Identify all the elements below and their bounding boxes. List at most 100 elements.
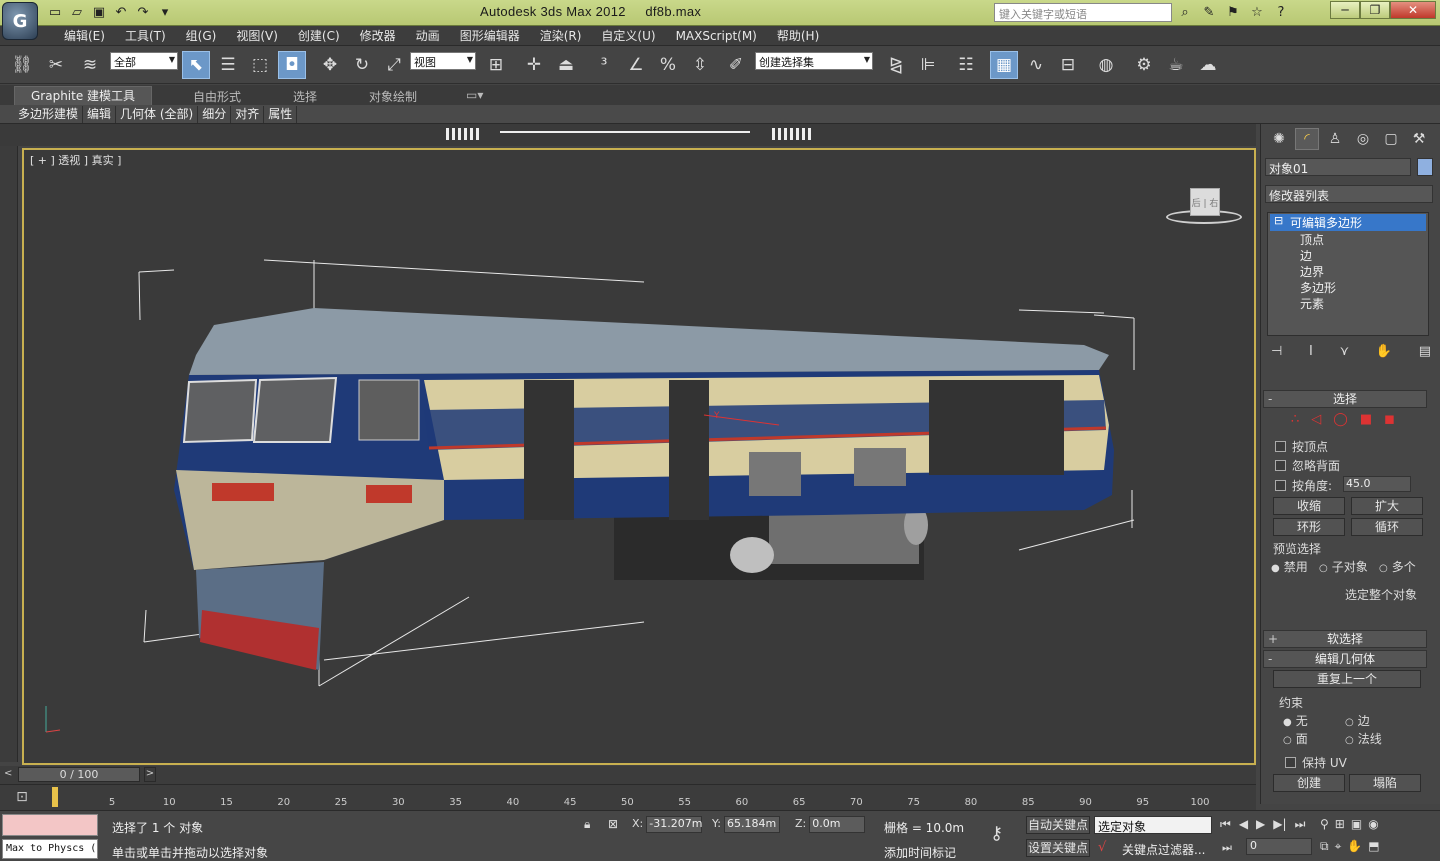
constraint-normal-radio[interactable]: 法线 xyxy=(1345,730,1382,747)
object-name-field[interactable]: 对象01 xyxy=(1265,158,1411,176)
zoom-extents-icon[interactable]: ▣ xyxy=(1351,817,1362,831)
absolute-mode-icon[interactable]: ⊠ xyxy=(608,817,618,831)
edit-named-sel-icon[interactable]: ✐ xyxy=(722,51,750,79)
menu-graph-editors[interactable]: 图形编辑器 xyxy=(450,28,530,44)
menu-help[interactable]: 帮助(H) xyxy=(767,28,829,44)
ring-button[interactable]: 环形 xyxy=(1273,518,1345,536)
graphite-toggle-icon[interactable]: ▦ xyxy=(990,51,1018,79)
element-mode-icon[interactable]: ◼ xyxy=(1384,412,1395,427)
mini-curve-editor-icon[interactable]: ⊡ xyxy=(16,789,28,805)
zoom-icon[interactable]: ⚲ xyxy=(1320,817,1329,831)
current-frame-field[interactable]: 0 xyxy=(1246,838,1312,855)
maximize-viewport-icon[interactable]: ⬒ xyxy=(1368,839,1379,854)
curve-editor-icon[interactable]: ∿ xyxy=(1022,51,1050,79)
key-filters-button[interactable]: 关键点过滤器... xyxy=(1122,841,1205,858)
repeat-last-button[interactable]: 重复上一个 xyxy=(1273,670,1421,688)
panel-poly-modeling[interactable]: 多边形建模 xyxy=(14,106,84,123)
locomotive-model[interactable]: Y xyxy=(24,150,1256,765)
panel-geometry[interactable]: 几何体 (全部) xyxy=(116,106,199,123)
search-input[interactable]: 键入关键字或短语 xyxy=(994,3,1172,22)
splitter-slider[interactable] xyxy=(500,131,750,133)
minimize-button[interactable]: ─ xyxy=(1330,1,1360,19)
panel-align[interactable]: 对齐 xyxy=(231,106,265,123)
keyboard-shortcut-icon[interactable]: ⏏ xyxy=(552,51,580,79)
percent-snap-icon[interactable]: % xyxy=(654,51,682,79)
menu-customize[interactable]: 自定义(U) xyxy=(591,28,665,44)
make-unique-icon[interactable]: ⋎ xyxy=(1340,344,1350,359)
spinner-snap-icon[interactable]: ⇳ xyxy=(686,51,714,79)
menu-create[interactable]: 创建(C) xyxy=(288,28,350,44)
snap-3d-icon[interactable]: ³ xyxy=(590,51,618,79)
rect-selection-icon[interactable]: ⬚ xyxy=(246,51,274,79)
scale-icon[interactable]: ⤢ xyxy=(380,51,408,79)
undo-icon[interactable]: ↶ xyxy=(112,3,130,21)
qat-dropdown-icon[interactable]: ▾ xyxy=(156,3,174,21)
object-color-swatch[interactable] xyxy=(1417,158,1433,176)
pivot-center-icon[interactable]: ⊞ xyxy=(482,51,510,79)
remove-modifier-icon[interactable]: ✋ xyxy=(1376,344,1392,359)
grow-button[interactable]: 扩大 xyxy=(1351,497,1423,515)
next-frame-icon[interactable]: ▶| xyxy=(1273,817,1286,832)
time-slider-next[interactable]: > xyxy=(144,767,156,782)
named-selection-dropdown[interactable]: 创建选择集 xyxy=(755,52,873,70)
angle-snap-icon[interactable]: ∠ xyxy=(622,51,650,79)
soft-selection-rollout[interactable]: + 软选择 xyxy=(1263,630,1427,648)
stack-border[interactable]: 边界 xyxy=(1300,263,1324,280)
pin-stack-icon[interactable]: ⊣ xyxy=(1271,344,1282,359)
auto-key-button[interactable]: 自动关键点 xyxy=(1026,816,1090,834)
menu-animation[interactable]: 动画 xyxy=(406,28,450,44)
rotate-icon[interactable]: ↻ xyxy=(348,51,376,79)
stack-editable-poly[interactable]: 可编辑多边形 xyxy=(1270,214,1426,231)
tab-object-paint[interactable]: 对象绘制 xyxy=(369,88,417,105)
selection-rollout-header[interactable]: - 选择 xyxy=(1263,390,1427,408)
select-by-name-icon[interactable]: ☰ xyxy=(214,51,242,79)
maxscript-listener-input[interactable]: Max to Physcs ( xyxy=(2,839,98,859)
current-frame-marker[interactable] xyxy=(52,787,58,807)
panel-edit[interactable]: 编辑 xyxy=(83,106,117,123)
by-vertex-checkbox[interactable]: 按顶点 xyxy=(1275,438,1328,455)
preview-subobj-radio[interactable]: 子对象 xyxy=(1319,558,1368,575)
shrink-button[interactable]: 收缩 xyxy=(1273,497,1345,515)
open-file-icon[interactable]: ▱ xyxy=(68,3,86,21)
play-icon[interactable]: ▶ xyxy=(1256,817,1265,832)
display-tab-icon[interactable]: ▢ xyxy=(1379,128,1403,150)
key-icon[interactable]: ⚷ xyxy=(990,823,1003,844)
maxscript-listener-top[interactable] xyxy=(2,814,98,836)
binoculars-icon[interactable]: ⌕ xyxy=(1176,3,1194,21)
panel-properties[interactable]: 属性 xyxy=(264,106,298,123)
y-field[interactable]: 65.184m xyxy=(723,816,780,833)
tools-icon[interactable]: ✎ xyxy=(1200,3,1218,21)
mirror-icon[interactable]: ⧎ xyxy=(882,51,910,79)
perspective-viewport[interactable]: [ + ] 透视 ] 真实 ] 后 | 右 Y xyxy=(22,148,1256,765)
menu-view[interactable]: 视图(V) xyxy=(226,28,288,44)
tab-selection[interactable]: 选择 xyxy=(293,88,317,105)
add-time-tag[interactable]: 添加时间标记 xyxy=(884,844,956,861)
orbit-icon[interactable]: ◉ xyxy=(1368,817,1378,831)
selection-filter-dropdown[interactable]: 全部 xyxy=(110,52,178,70)
panel-subdivision[interactable]: 细分 xyxy=(198,106,232,123)
key-mode-toggle-icon[interactable]: ⏭ xyxy=(1222,841,1232,855)
app-logo-icon[interactable]: G xyxy=(2,2,38,40)
select-object-icon[interactable]: ⬉ xyxy=(182,51,210,79)
track-bar-ticks[interactable]: ⊡ 5 10 15 20 25 30 35 40 45 50 55 60 65 70 75 80 85 90 95 1… xyxy=(0,784,1256,810)
collapse-button[interactable]: 塌陷 xyxy=(1349,774,1421,792)
border-mode-icon[interactable]: ◯ xyxy=(1333,412,1348,427)
configure-sets-icon[interactable]: ▤ xyxy=(1419,344,1431,359)
move-icon[interactable]: ✥ xyxy=(316,51,344,79)
menu-group[interactable]: 组(G) xyxy=(176,28,227,44)
zoom-all-icon[interactable]: ⊞ xyxy=(1335,817,1345,831)
select-manipulate-icon[interactable]: ✛ xyxy=(520,51,548,79)
edge-mode-icon[interactable]: ◁ xyxy=(1311,412,1321,427)
key-set-dropdown[interactable]: 选定对象 xyxy=(1094,816,1212,834)
close-button[interactable]: ✕ xyxy=(1390,1,1436,19)
edit-geometry-rollout[interactable]: - 编辑几何体 xyxy=(1263,650,1427,668)
modify-tab-icon[interactable]: ◜ xyxy=(1295,128,1319,150)
save-icon[interactable]: ▣ xyxy=(90,3,108,21)
comm-center-icon[interactable]: ⚑ xyxy=(1224,3,1242,21)
polygon-mode-icon[interactable]: ■ xyxy=(1360,412,1372,427)
vertex-mode-icon[interactable]: ∴ xyxy=(1291,412,1299,427)
stack-vertex[interactable]: 顶点 xyxy=(1300,231,1324,248)
utilities-tab-icon[interactable]: ⚒ xyxy=(1407,128,1431,150)
angle-spinner[interactable]: 45.0 xyxy=(1343,476,1411,492)
bind-spacewarp-icon[interactable]: ≋ xyxy=(76,51,104,79)
